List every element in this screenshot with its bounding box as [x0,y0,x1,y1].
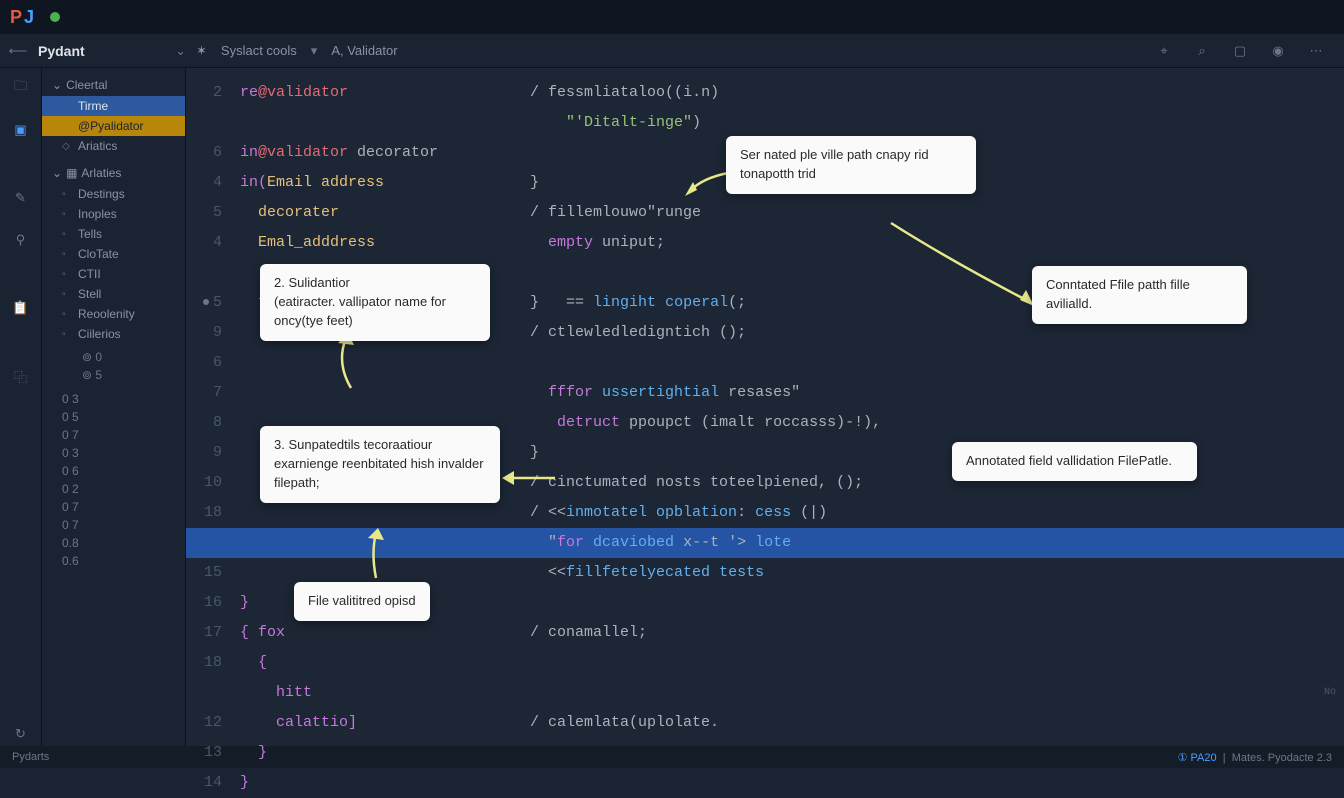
graph-icon[interactable]: ⿻ [9,364,33,388]
counter: ⊚ 5 [62,366,185,384]
back-icon[interactable]: ⟵ [6,39,30,63]
bookmark-icon[interactable]: ▣ [9,118,33,142]
minimap-badge: No [1324,678,1336,708]
titlebar: P J [0,0,1344,34]
tree-item-label: Ariatics [78,139,117,153]
tree-item[interactable]: Tirme [42,96,185,116]
section-label: Cleertal [66,78,107,92]
pen-icon[interactable]: ✎ [9,186,33,210]
search-icon[interactable]: ⌕ [1190,39,1214,63]
tree-item[interactable]: ▫CTII [42,264,185,284]
status-left: Pydarts [12,751,49,763]
sync-icon[interactable]: ↻ [9,722,33,746]
metric: 0 7 [42,498,185,516]
locate-icon[interactable]: ⌖ [1152,39,1176,63]
metric: 0 2 [42,480,185,498]
annotation-callout: Ser nated ple ville path cnapy rid tonap… [726,136,976,194]
tree-item[interactable]: ▫CloTate [42,244,185,264]
folder-icon[interactable]: 🗀 [9,76,33,100]
counter: ⊚ 0 [62,348,185,366]
tree-item[interactable]: ▫Reoolenity [42,304,185,324]
status-dot-icon [50,12,60,22]
annotation-callout: Annotated field vallidation FilePatle. [952,442,1197,481]
annotation-callout: Conntated Ffile patth fille avilialld. [1032,266,1247,324]
metric: 0 5 [42,408,185,426]
tree-item[interactable]: ▫Ciilerios [42,324,185,344]
breadcrumb[interactable]: A, Validator [331,43,397,58]
project-name[interactable]: Pydant [30,43,175,59]
logo-p-icon: P [10,7,22,28]
person-icon[interactable]: ◉ [1266,39,1290,63]
metric: 0 7 [42,516,185,534]
metric: 0.6 [42,552,185,570]
tree-section[interactable]: ⌄ Cleertal [42,74,185,96]
annotation-callout: 2. Sulidantior (eatiracter. vallipator n… [260,264,490,341]
clipboard-icon[interactable]: 📋 [9,296,33,320]
sidebar: ⌄ Cleertal Tirme @Pyalidator ◇Ariatics ⌄… [42,68,186,746]
tree-item[interactable]: ▫Tells [42,224,185,244]
metric: 0 3 [42,444,185,462]
logo-j-icon: J [24,7,34,28]
editor[interactable]: 2645459678910181415161718121314 re@valid… [186,68,1344,746]
tree-section[interactable]: ⌄ ▦ Arlaties [42,162,185,184]
tree-item[interactable]: ◇Ariatics [42,136,185,156]
tool-rail: 🗀 ▣ ✎ ⚲ 📋 ⿻ ↻ [0,68,42,746]
annotation-callout: 3. Sunpatedtils tecoraatiour exarnienge … [260,426,500,503]
metric: 0 6 [42,462,185,480]
tree-item[interactable]: @Pyalidator [42,116,185,136]
logo: P J [10,7,34,28]
archive-icon[interactable]: ▢ [1228,39,1252,63]
code-left-pane[interactable]: re@validatorin@validator decoratorin(Ema… [236,68,526,746]
tool-icon: ✶ [196,43,207,59]
chevron-down-icon[interactable]: ▾ [311,43,318,59]
topbar: ⟵ Pydant ⌄ ✶ Syslact cools ▾ A, Validato… [0,34,1344,68]
tree-item-label: @Pyalidator [78,119,144,133]
gutter: 2645459678910181415161718121314 [186,68,236,746]
chevron-down-icon: ⌄ [52,78,62,92]
section-label: Arlaties [81,166,121,180]
annotation-callout: File valititred opisd [294,582,430,621]
key-icon[interactable]: ⚲ [9,228,33,252]
metric: 0 3 [42,390,185,408]
tree-item[interactable]: ▫Inoples [42,204,185,224]
chevron-down-icon: ⌄ [52,166,62,180]
tree-item[interactable]: ▫Destings [42,184,185,204]
chevron-down-icon[interactable]: ⌄ [175,43,186,59]
metric: 0.8 [42,534,185,552]
tree-item[interactable]: ▫Stell [42,284,185,304]
tool-dropdown[interactable]: Syslact cools [221,43,297,58]
metric: 0 7 [42,426,185,444]
more-icon[interactable]: ⋯ [1304,39,1328,63]
tree-item-label: Tirme [78,99,108,113]
